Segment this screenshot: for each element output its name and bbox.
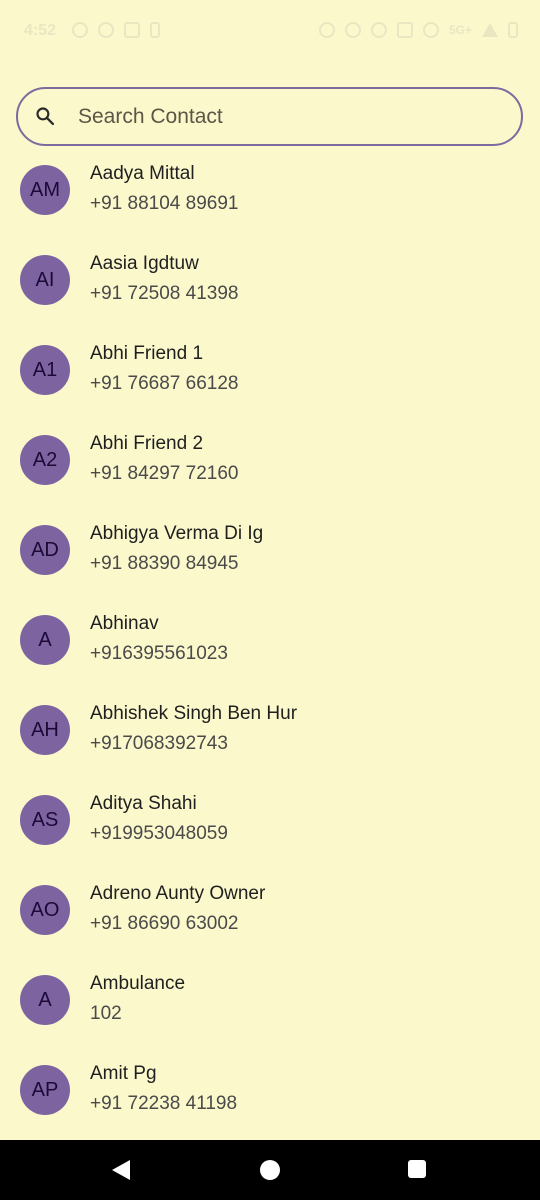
navigation-bar <box>0 1140 540 1200</box>
contact-name: Abhinav <box>90 613 159 634</box>
back-icon[interactable] <box>112 1160 130 1180</box>
avatar: AO <box>20 885 70 935</box>
contact-phone: +916395561023 <box>90 643 228 664</box>
contact-list[interactable]: AM Aadya Mittal +91 88104 89691 AI Aasia… <box>0 158 540 1138</box>
contact-name: Aadya Mittal <box>90 163 195 184</box>
avatar: AP <box>20 1065 70 1115</box>
contact-name: Abhigya Verma Di Ig <box>90 523 264 544</box>
notification-icon <box>98 22 114 38</box>
contact-row[interactable]: A1 Abhi Friend 1 +91 76687 66128 <box>0 338 540 428</box>
contact-name: Aditya Shahi <box>90 793 197 814</box>
wifi-icon <box>422 22 439 38</box>
contact-name: Abhishek Singh Ben Hur <box>90 703 298 724</box>
contact-phone: +917068392743 <box>90 733 228 754</box>
avatar: A1 <box>20 345 70 395</box>
network-type: 5G+ <box>448 23 472 37</box>
contact-name: Abhi Friend 1 <box>90 343 204 364</box>
signal-icon <box>482 23 498 37</box>
mute-icon <box>370 22 387 38</box>
search-icon <box>36 107 55 126</box>
contact-row[interactable]: AP Amit Pg +91 72238 41198 <box>0 1058 540 1138</box>
recents-icon[interactable] <box>408 1160 426 1178</box>
contact-row[interactable]: AI Aasia Igdtuw +91 72508 41398 <box>0 248 540 338</box>
status-system-icons: 5G+ <box>318 22 518 38</box>
status-time: 4:52 <box>24 22 57 39</box>
search-placeholder: Search Contact <box>78 105 223 128</box>
contact-phone: +919953048059 <box>90 823 228 844</box>
alarm-icon <box>318 22 335 38</box>
contact-row[interactable]: A Ambulance 102 <box>0 968 540 1058</box>
contact-name: Ambulance <box>90 973 186 994</box>
contact-name: Aasia Igdtuw <box>90 253 199 274</box>
contact-name: Abhi Friend 2 <box>90 433 204 454</box>
data-icon <box>396 22 413 38</box>
contact-name: Amit Pg <box>90 1063 157 1084</box>
avatar: AI <box>20 255 70 305</box>
contact-phone: +91 88390 84945 <box>90 553 239 574</box>
avatar: A <box>20 975 70 1025</box>
avatar: AS <box>20 795 70 845</box>
bluetooth-icon <box>344 22 361 38</box>
app-icon <box>124 22 140 38</box>
contact-row[interactable]: AS Aditya Shahi +919953048059 <box>0 788 540 878</box>
contact-row[interactable]: AM Aadya Mittal +91 88104 89691 <box>0 158 540 248</box>
avatar: A <box>20 615 70 665</box>
contact-row[interactable]: AO Adreno Aunty Owner +91 86690 63002 <box>0 878 540 968</box>
contact-phone: 102 <box>90 1003 122 1024</box>
contact-row[interactable]: AH Abhishek Singh Ben Hur +917068392743 <box>0 698 540 788</box>
contact-row[interactable]: A Abhinav +916395561023 <box>0 608 540 698</box>
contact-phone: +91 88104 89691 <box>90 193 239 214</box>
contact-row[interactable]: A2 Abhi Friend 2 +91 84297 72160 <box>0 428 540 518</box>
status-bar: 4:52 5G+ <box>0 0 540 60</box>
contact-name: Adreno Aunty Owner <box>90 883 266 904</box>
battery-icon <box>508 22 518 38</box>
contact-phone: +91 86690 63002 <box>90 913 239 934</box>
search-input[interactable]: Search Contact <box>16 87 523 146</box>
whatsapp-icon <box>72 22 88 38</box>
contact-phone: +91 84297 72160 <box>90 463 239 484</box>
contact-row[interactable]: AD Abhigya Verma Di Ig +91 88390 84945 <box>0 518 540 608</box>
avatar: AD <box>20 525 70 575</box>
contact-phone: +91 76687 66128 <box>90 373 239 394</box>
contact-phone: +91 72238 41198 <box>90 1093 238 1114</box>
avatar: A2 <box>20 435 70 485</box>
status-notification-icons <box>72 22 160 38</box>
avatar: AM <box>20 165 70 215</box>
home-icon[interactable] <box>260 1160 280 1180</box>
battery-saver-icon <box>150 22 160 38</box>
contact-phone: +91 72508 41398 <box>90 283 239 304</box>
avatar: AH <box>20 705 70 755</box>
